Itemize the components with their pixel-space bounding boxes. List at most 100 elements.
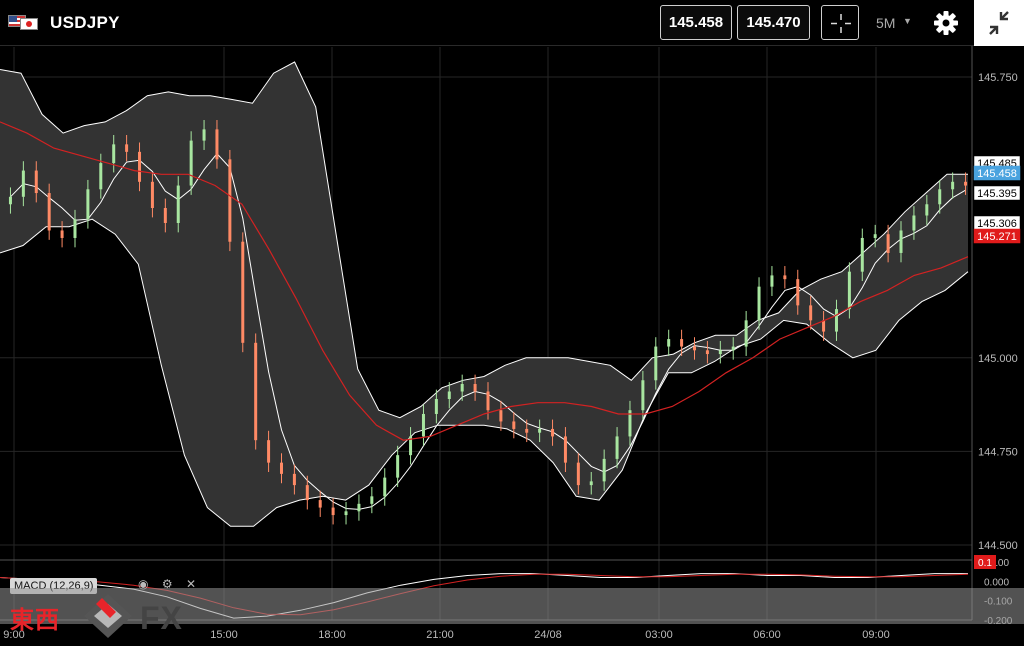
candle-body (292, 473, 296, 486)
candle-body (951, 181, 955, 190)
candle-body (254, 342, 258, 441)
candle-body (964, 181, 968, 186)
candle-body (796, 279, 800, 306)
time-tick-label: 18:00 (318, 629, 346, 641)
candle-body (886, 234, 890, 253)
candle-body (150, 181, 154, 209)
price-label-text: 145.271 (977, 231, 1017, 243)
crosshair-icon (831, 14, 851, 33)
candle-body (576, 462, 580, 486)
candle-body (73, 219, 77, 238)
candle-body (344, 511, 348, 516)
candle-body (383, 477, 387, 497)
candle-body (744, 320, 748, 347)
gear-icon[interactable] (932, 9, 960, 37)
time-tick-label: 21:00 (426, 629, 454, 641)
candle-body (112, 144, 116, 164)
candle-body (563, 436, 567, 463)
candle-body (396, 455, 400, 478)
candle-body (680, 339, 684, 347)
candle-body (434, 398, 438, 414)
price-label-text: 145.458 (977, 168, 1017, 180)
instrument-symbol[interactable]: USDJPY (50, 13, 120, 33)
candle-body (693, 346, 697, 351)
candle-body (602, 458, 606, 482)
price-tick-label: 145.750 (978, 72, 1018, 84)
candle-body (331, 507, 335, 516)
ask-price-button[interactable]: 145.470 (737, 5, 810, 40)
candle-body (705, 350, 709, 355)
candle-body (718, 350, 722, 355)
candle-body (551, 428, 555, 437)
candle-body (499, 410, 503, 422)
candle-body (641, 380, 645, 411)
candle-body (525, 428, 529, 433)
price-tick-label: 145.000 (978, 353, 1018, 365)
crosshair-button[interactable] (821, 5, 859, 40)
candle-body (834, 309, 838, 332)
candle-body (47, 193, 51, 231)
price-tick-label: 144.750 (978, 446, 1018, 458)
jp-flag-icon (20, 18, 38, 30)
candle-body (60, 230, 64, 238)
candle-body (809, 305, 813, 321)
timeframe-selector[interactable]: 5M (876, 15, 895, 31)
price-chart[interactable]: 0.1000.000-0.100-0.2000.1 145.750145.000… (0, 46, 1024, 646)
candle-body (460, 384, 464, 392)
candle-body (512, 421, 516, 429)
candle-body (370, 496, 374, 504)
candle-body (473, 384, 477, 392)
candle-body (189, 140, 193, 186)
candle-body (615, 436, 619, 459)
watermark-kanji: 東西 (10, 607, 60, 634)
candle-body (589, 481, 593, 486)
candle-body (99, 163, 103, 190)
price-label-text: 145.306 (977, 218, 1017, 230)
time-tick-label: 24/08 (534, 629, 562, 641)
candle-body (873, 234, 877, 238)
candle-body (654, 346, 658, 381)
candle-body (925, 204, 929, 216)
candle-body (486, 391, 490, 411)
candle-body (912, 215, 916, 231)
candle-body (421, 413, 425, 437)
candle-body (447, 391, 451, 399)
watermark-logo (84, 594, 132, 638)
candle-body (899, 230, 903, 253)
candle-body (163, 208, 167, 223)
candle-body (783, 275, 787, 280)
macd-value-label: 0.1 (978, 558, 992, 569)
watermark-brand: FX (140, 600, 183, 636)
candle-body (538, 428, 542, 433)
candle-body (86, 189, 90, 220)
chevron-down-icon[interactable]: ▼ (903, 16, 912, 26)
candle-body (357, 503, 361, 512)
candle-body (770, 275, 774, 287)
collapse-icon (989, 11, 1009, 35)
candle-body (847, 271, 851, 310)
candle-body (667, 339, 671, 347)
time-tick-label: 09:00 (862, 629, 890, 641)
price-label-text: 145.395 (977, 188, 1017, 200)
bid-price-button[interactable]: 145.458 (660, 5, 732, 40)
currency-flags (8, 15, 38, 30)
collapse-button[interactable] (974, 0, 1024, 46)
candle-body (279, 462, 283, 474)
macd-tick-label: 0.000 (984, 577, 1009, 588)
candle-body (21, 170, 25, 197)
candle-body (34, 170, 38, 194)
candle-body (202, 129, 206, 141)
time-tick-label: 06:00 (753, 629, 781, 641)
price-tick-label: 144.500 (978, 540, 1018, 552)
candle-body (138, 151, 142, 182)
candle-body (318, 500, 322, 508)
candle-body (757, 286, 761, 321)
candle-body (241, 241, 245, 343)
candle-body (267, 440, 271, 463)
candle-body (228, 159, 232, 242)
candle-body (731, 346, 735, 351)
candle-body (215, 129, 219, 160)
time-tick-label: 15:00 (210, 629, 238, 641)
candle-body (305, 485, 309, 501)
candle-body (860, 237, 864, 272)
